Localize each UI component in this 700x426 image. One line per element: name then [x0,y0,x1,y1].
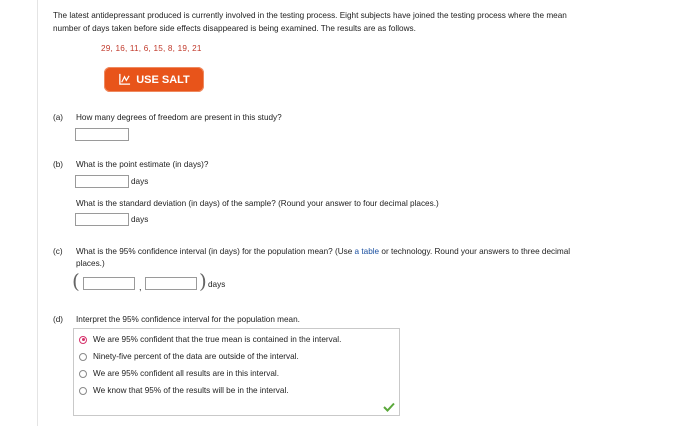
radio-unselected[interactable] [79,386,87,395]
radio-unselected[interactable] [79,369,87,378]
part-b-question-2: What is the standard deviation (in days)… [76,199,439,208]
part-a-label: (a) [53,113,64,122]
data-values: 29, 16, 11, 6, 15, 8, 19, 21 [101,44,202,53]
use-salt-button[interactable]: USE SALT [104,67,204,92]
problem-intro: The latest antidepressant produced is cu… [53,10,673,35]
option-2-text: Ninety-five percent of the data are outs… [93,352,299,361]
option-1-text: We are 95% confident that the true mean … [93,335,342,344]
part-c-question-line-2: places.) [76,259,105,268]
degrees-of-freedom-input[interactable] [75,128,129,141]
intro-line-2: number of days taken before side effects… [53,23,416,33]
interval-open-paren: ( [72,269,80,293]
point-estimate-input[interactable] [75,175,129,188]
part-a-question: How many degrees of freedom are present … [76,113,282,122]
option-2[interactable]: Ninety-five percent of the data are outs… [79,352,299,361]
interval-close-paren: ) [199,269,207,293]
std-dev-unit: days [131,215,149,224]
use-salt-label: USE SALT [136,73,190,86]
part-d-question: Interpret the 95% confidence interval fo… [76,315,300,324]
option-1[interactable]: We are 95% confident that the true mean … [79,335,341,344]
point-estimate-unit: days [131,177,149,186]
interval-comma: , [139,282,142,292]
chart-line-icon [119,73,131,85]
table-link[interactable]: a table [355,247,380,256]
std-dev-input[interactable] [75,213,129,226]
interpretation-options: We are 95% confident that the true mean … [73,328,400,416]
option-3[interactable]: We are 95% confident all results are in … [79,369,279,378]
radio-unselected[interactable] [79,352,87,361]
part-c-question: What is the 95% confidence interval (in … [76,247,686,256]
option-4[interactable]: We know that 95% of the results will be … [79,386,289,395]
interval-upper-input[interactable] [145,277,197,290]
checkmark-icon [383,402,395,412]
interval-lower-input[interactable] [83,277,135,290]
part-b-question-1: What is the point estimate (in days)? [76,160,209,169]
option-4-text: We know that 95% of the results will be … [93,386,289,395]
part-c-question-pre: What is the 95% confidence interval (in … [76,247,353,256]
part-d-label: (d) [53,315,64,324]
option-3-text: We are 95% confident all results are in … [93,369,279,378]
radio-selected[interactable] [79,335,87,344]
part-b-label: (b) [53,160,64,169]
part-c-question-post: or technology. Round your answers to thr… [381,247,571,256]
interval-unit: days [208,280,226,289]
part-c-label: (c) [53,247,63,256]
intro-line-1: The latest antidepressant produced is cu… [53,11,567,20]
